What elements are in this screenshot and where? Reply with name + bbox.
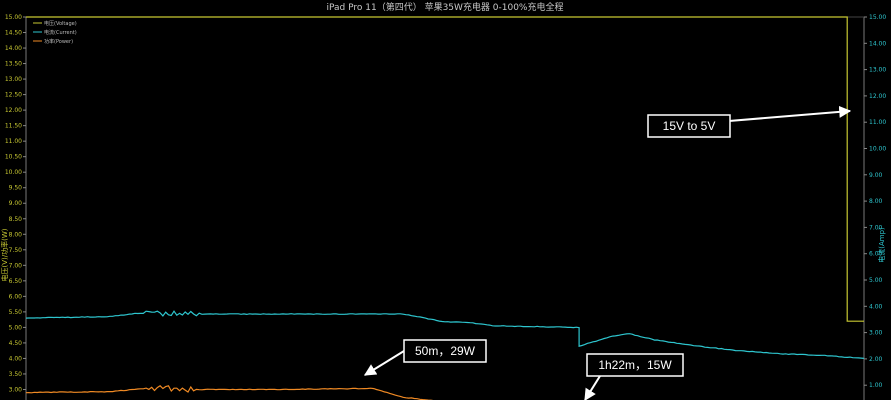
left-tick-label: 3.50 [9, 371, 23, 378]
right-tick-label: 14.00 [869, 40, 886, 47]
right-tick-label: 12.00 [869, 93, 886, 100]
right-axis-ticks: 15.0014.0013.0012.0011.0010.009.008.007.… [864, 14, 886, 389]
right-tick-label: 2.00 [869, 356, 883, 363]
left-axis-ticks: 3.00 3.50 4.00 4.50 5.00 5.50 6.00 6.50 7.00 7.50… [5, 14, 26, 393]
legend: 电压(Voltage) 电流(Current) 功率(Power) [33, 20, 77, 45]
annotation-arrow [728, 105, 852, 122]
annotation-arrow [584, 375, 601, 400]
left-axis-label: 电压(V)/功率(W) [0, 228, 9, 281]
left-tick-label: 4.00 [9, 355, 23, 362]
right-tick-label: 3.00 [869, 330, 883, 337]
right-tick-label: 8.00 [869, 198, 883, 205]
left-tick-label: 4.50 [9, 340, 23, 347]
left-tick-label: 8.50 [9, 216, 23, 223]
left-tick-label: 7.00 [9, 262, 23, 269]
left-tick-label: 5.50 [9, 309, 23, 316]
charging-chart: iPad Pro 11（第四代） 苹果35W充电器 0-100%充电全程 3.0… [0, 1, 886, 400]
left-tick-label: 11.00 [5, 138, 22, 145]
right-tick-label: 5.00 [869, 277, 883, 284]
right-tick-label: 10.00 [869, 146, 886, 153]
left-tick-label: 15.00 [5, 14, 22, 21]
right-tick-label: 1.00 [869, 382, 883, 389]
annotation-text: 1h22m，15W [598, 358, 672, 372]
left-tick-label: 6.00 [9, 293, 23, 300]
left-tick-label: 12.50 [5, 92, 22, 99]
right-tick-label: 15.00 [869, 14, 886, 21]
left-tick-label: 10.50 [5, 154, 22, 161]
right-tick-label: 11.00 [869, 119, 886, 126]
left-tick-label: 7.50 [9, 247, 23, 254]
annotations: 15V to 5V 50m，29W 1h22m，15W [363, 105, 852, 400]
annotation-arrow [363, 350, 405, 376]
legend-label: 电压(Voltage) [44, 20, 77, 27]
annotation-text: 15V to 5V [663, 119, 716, 133]
left-tick-label: 9.50 [9, 185, 23, 192]
right-tick-label: 4.00 [869, 303, 883, 310]
right-axis-label: 电流(Amp) [877, 227, 886, 263]
left-tick-label: 14.50 [5, 30, 22, 37]
left-tick-label: 8.00 [9, 231, 23, 238]
left-tick-label: 11.50 [5, 123, 22, 130]
right-tick-label: 13.00 [869, 67, 886, 74]
annotation-text: 50m，29W [415, 344, 476, 358]
left-tick-label: 10.00 [5, 169, 22, 176]
left-tick-label: 3.00 [9, 386, 23, 393]
legend-label: 功率(Power) [44, 38, 73, 45]
left-tick-label: 12.00 [5, 107, 22, 114]
legend-label: 电流(Current) [44, 29, 77, 36]
series-line-3 [25, 385, 434, 400]
left-tick-label: 14.00 [5, 45, 22, 52]
left-tick-label: 13.00 [5, 76, 22, 83]
left-tick-label: 5.00 [9, 324, 23, 331]
left-tick-label: 6.50 [9, 278, 23, 285]
series-line-1 [26, 16, 864, 322]
right-tick-label: 9.00 [869, 172, 883, 179]
chart-title: iPad Pro 11（第四代） 苹果35W充电器 0-100%充电全程 [327, 1, 564, 13]
left-tick-label: 9.00 [9, 200, 23, 207]
left-tick-label: 13.50 [5, 61, 22, 68]
